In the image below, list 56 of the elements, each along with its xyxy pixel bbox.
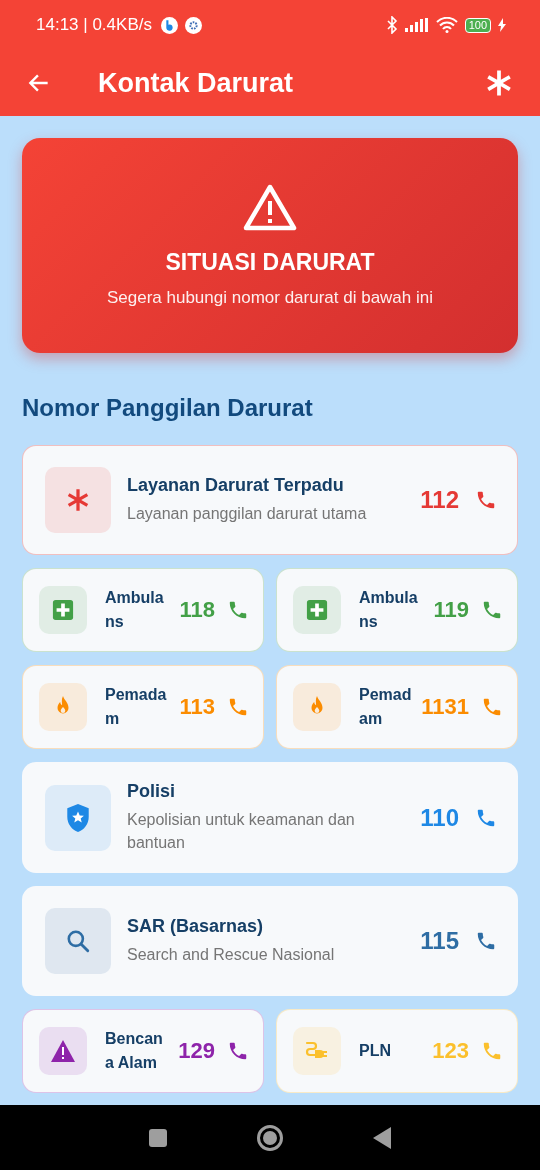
status-time: 14:13 | 0.4KB/s xyxy=(36,15,152,35)
contact-card[interactable]: PLN 123 xyxy=(276,1009,518,1093)
phone-icon xyxy=(227,1040,249,1062)
signal-icon xyxy=(404,18,429,32)
phone-number: 113 xyxy=(178,694,215,720)
wifi-icon xyxy=(435,17,458,33)
screen-title: Kontak Darurat xyxy=(98,67,295,99)
shield-star-icon xyxy=(65,802,91,833)
contact-description: Kepolisian untuk keamanan dan bantuan xyxy=(127,810,356,853)
phone-number: 115 xyxy=(420,927,459,955)
contact-card[interactable]: Polisi Kepolisian untuk keamanan dan bantuan 110 xyxy=(22,762,518,873)
phone-icon xyxy=(481,696,503,718)
browser-icon xyxy=(160,16,178,34)
warning-icon xyxy=(243,183,297,231)
phone-number: 112 xyxy=(420,486,459,514)
triangle-icon xyxy=(372,1125,392,1150)
phone-number: 123 xyxy=(431,1038,469,1064)
bluetooth-icon xyxy=(385,16,398,34)
contact-name: Layanan Darurat Terpadu xyxy=(127,475,345,496)
banner-title: SITUASI DARURAT xyxy=(165,249,375,276)
section-heading: Nomor Panggilan Darurat xyxy=(22,394,314,422)
contact-name: Ambulans xyxy=(105,588,165,632)
contact-name: Polisi xyxy=(127,781,176,802)
contact-description: Layanan panggilan darurat utama xyxy=(127,504,368,524)
contact-name: SAR (Basarnas) xyxy=(127,916,265,937)
phone-icon xyxy=(227,599,249,621)
asterisk-icon xyxy=(484,68,514,98)
circle-icon xyxy=(256,1123,284,1152)
phone-icon xyxy=(481,599,503,621)
contact-description: Search and Rescue Nasional xyxy=(127,945,336,965)
phone-number: 119 xyxy=(432,597,469,623)
contact-card[interactable]: SAR (Basarnas) Search and Rescue Nasional 115 xyxy=(22,886,518,996)
medical-cross-icon xyxy=(306,599,328,621)
medical-cross-icon xyxy=(52,599,74,621)
search-icon xyxy=(65,928,91,954)
contact-name: Ambulans xyxy=(359,588,419,632)
contact-card[interactable]: Layanan Darurat Terpadu Layanan panggilan darurat utama 112 xyxy=(22,445,518,555)
phone-icon xyxy=(481,1040,503,1062)
banner-subtitle: Segera hubungi nomor darurat di bawah ini xyxy=(106,288,433,308)
contact-name: Pemadam xyxy=(105,685,168,729)
contact-name: PLN xyxy=(359,1041,392,1061)
asterisk-icon xyxy=(65,487,91,513)
warning-icon xyxy=(50,1039,76,1063)
contact-name: Pemadam xyxy=(359,685,413,729)
phone-icon xyxy=(475,489,497,511)
phone-icon xyxy=(475,930,497,952)
phone-number: 118 xyxy=(178,597,215,623)
contact-name: Bencana Alam xyxy=(105,1029,164,1073)
square-icon xyxy=(148,1127,168,1148)
phone-number: 110 xyxy=(420,803,459,832)
phone-number: 1131 xyxy=(421,694,469,720)
charging-icon xyxy=(498,18,506,32)
phone-icon xyxy=(227,696,249,718)
phone-number: 129 xyxy=(177,1038,215,1064)
gear-icon xyxy=(184,16,202,34)
battery-level: 100 xyxy=(464,17,491,33)
